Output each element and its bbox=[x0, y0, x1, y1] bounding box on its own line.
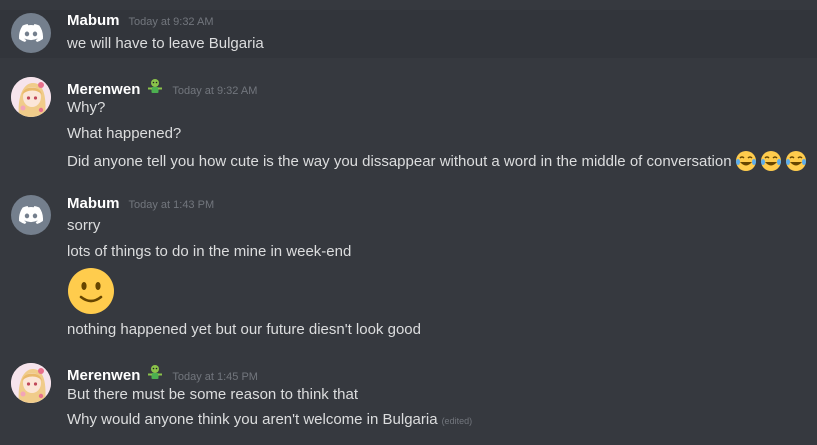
message-text: What happened? bbox=[67, 125, 182, 142]
message-text: Why? bbox=[67, 99, 106, 116]
joy-emoji-icon bbox=[785, 151, 806, 171]
username[interactable]: Merenwen bbox=[67, 367, 140, 384]
anime-avatar-icon bbox=[11, 363, 51, 403]
username[interactable]: Merenwen bbox=[67, 81, 140, 98]
message-line: Did anyone tell you how cute is the way … bbox=[67, 150, 807, 172]
message-group[interactable]: Merenwen Today at 9:32 AM Why? What happ… bbox=[0, 76, 817, 180]
avatar[interactable] bbox=[11, 13, 51, 53]
discord-logo-icon bbox=[19, 24, 43, 42]
username[interactable]: Mabum bbox=[67, 12, 120, 29]
timestamp: Today at 9:32 AM bbox=[172, 85, 258, 97]
joy-emoji-icon bbox=[735, 151, 756, 171]
zombie-emoji-icon bbox=[148, 365, 163, 379]
message-text: lots of things to do in the mine in week… bbox=[67, 243, 352, 260]
message-text: Did anyone tell you how cute is the way … bbox=[67, 153, 732, 170]
message-text: we will have to leave Bulgaria bbox=[67, 35, 264, 52]
message-line: Why would anyone think you aren't welcom… bbox=[67, 410, 472, 431]
discord-logo-icon bbox=[19, 206, 43, 224]
slightly-smiling-face-emoji-icon bbox=[68, 268, 114, 314]
avatar[interactable] bbox=[11, 363, 51, 403]
avatar[interactable] bbox=[11, 77, 51, 117]
username[interactable]: Mabum bbox=[67, 195, 120, 212]
joy-emoji-icon bbox=[760, 151, 781, 171]
edited-label: (edited) bbox=[441, 416, 473, 426]
timestamp: Today at 1:43 PM bbox=[128, 199, 215, 211]
message-group[interactable]: Mabum Today at 9:32 AM we will have to l… bbox=[0, 10, 817, 58]
message-text: sorry bbox=[67, 217, 101, 234]
message-group[interactable]: Mabum Today at 1:43 PM sorry lots of thi… bbox=[0, 193, 817, 343]
message-text: Why would anyone think you aren't welcom… bbox=[67, 411, 438, 428]
message-group[interactable]: Merenwen Today at 1:45 PM But there must… bbox=[0, 362, 817, 440]
message-text: But there must be some reason to think t… bbox=[67, 386, 358, 403]
anime-avatar-icon bbox=[11, 77, 51, 117]
timestamp: Today at 1:45 PM bbox=[172, 371, 258, 383]
message-text: nothing happened yet but our future dies… bbox=[67, 321, 421, 338]
timestamp: Today at 9:32 AM bbox=[128, 16, 214, 28]
zombie-emoji-icon bbox=[148, 79, 163, 93]
avatar[interactable] bbox=[11, 195, 51, 235]
